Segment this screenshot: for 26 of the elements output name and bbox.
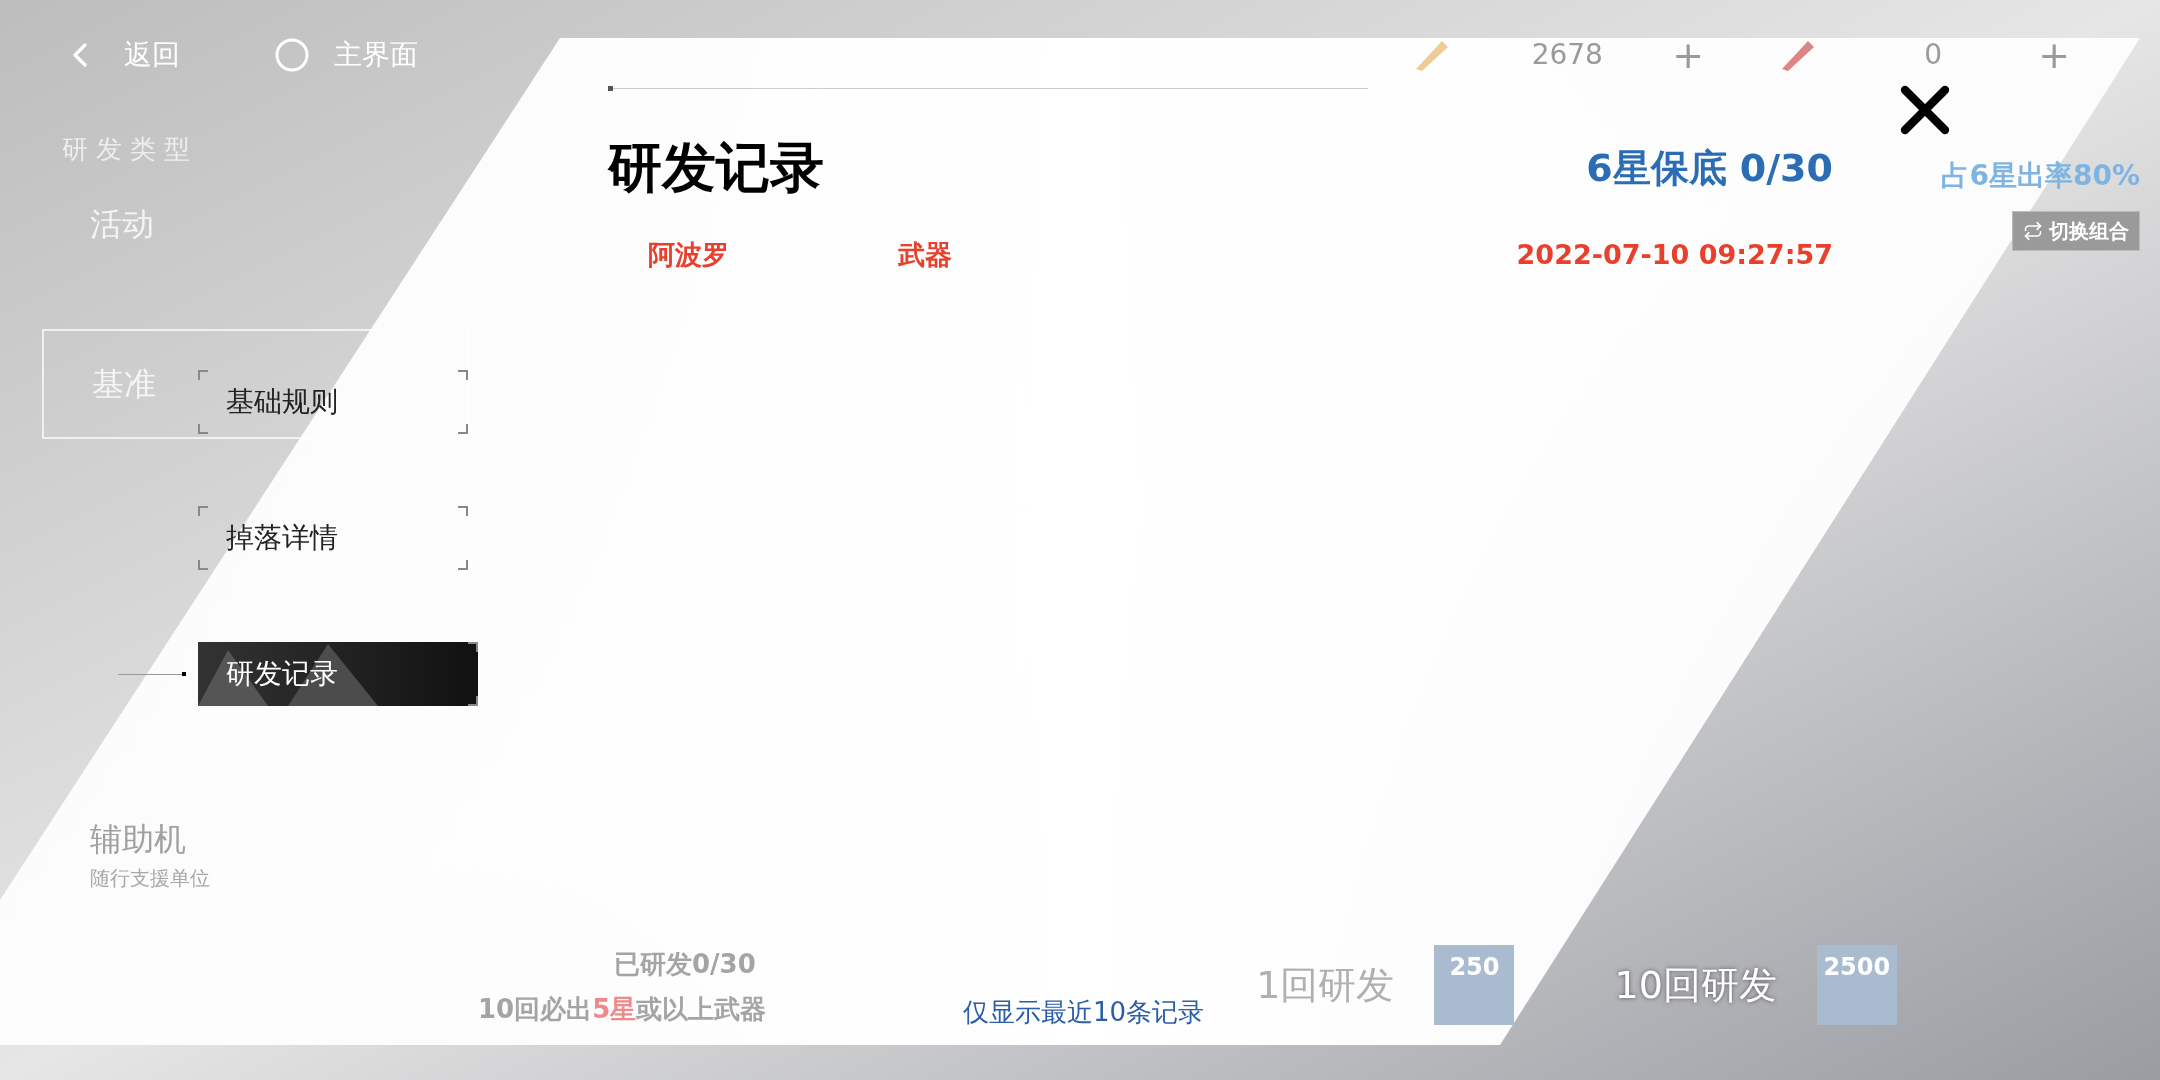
cost-button[interactable]: 2500 <box>1816 945 1897 1025</box>
cost-button[interactable]: 250 <box>1434 945 1515 1025</box>
pull-label[interactable]: 10回研发 <box>1614 956 1777 1014</box>
record-type: 武器 <box>898 238 952 272</box>
currency-amount: 2678 <box>1530 37 1604 73</box>
pull-label[interactable]: 1回研发 <box>1256 956 1395 1014</box>
side-tab[interactable]: 掉落详情 <box>198 506 468 570</box>
side-tab[interactable]: 研发记录 <box>198 642 478 706</box>
switch-button[interactable]: 切换组合 <box>2012 211 2140 251</box>
add-button[interactable]: + <box>2038 36 2070 74</box>
record-time: 2022-07-10 09:27:57 <box>1516 238 1833 272</box>
currency-amount: 0 <box>1923 37 1944 73</box>
dialog-title: 研发记录 <box>608 141 824 195</box>
rate-label: 占6星出率80% <box>1941 158 2140 194</box>
back-label[interactable]: 返回 <box>124 34 180 76</box>
footer-note: 仅显示最近10条记录 <box>963 997 1205 1027</box>
home-icon[interactable] <box>274 37 310 73</box>
add-button[interactable]: + <box>1672 36 1705 74</box>
pity-counter: 6星保底 0/30 <box>1586 149 1833 187</box>
switch-icon <box>2023 221 2043 241</box>
progress-label: 已研发0/30 <box>613 948 757 981</box>
home-label[interactable]: 主界面 <box>334 34 418 76</box>
guarantee-note: 10回必出5星或以上武器 <box>478 993 767 1026</box>
side-tab[interactable]: 基础规则 <box>198 370 468 434</box>
record-name: 阿波罗 <box>647 238 730 272</box>
category-item[interactable]: 辅助机 随行支援单位 <box>42 799 470 909</box>
